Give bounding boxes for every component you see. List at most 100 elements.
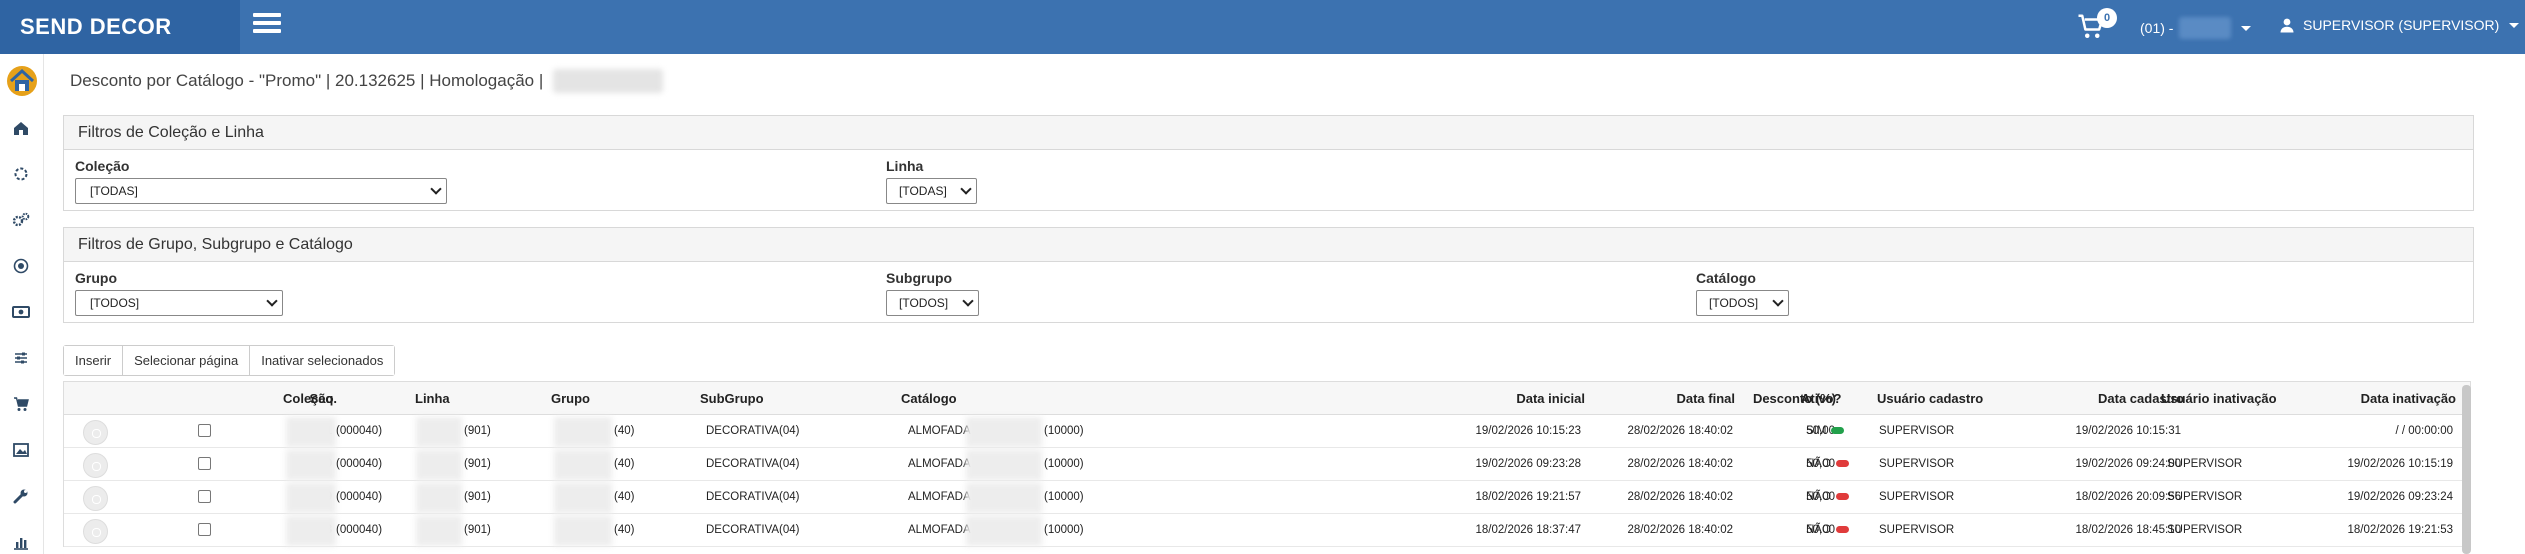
colecao-name-redacted xyxy=(286,483,336,513)
page-title: Desconto por Catálogo - "Promo" | 20.132… xyxy=(70,69,664,93)
linha-field: Linha [TODAS] xyxy=(886,158,977,204)
cell-grupo: (40) xyxy=(614,425,635,437)
col-subgrupo[interactable]: SubGrupo xyxy=(700,391,764,406)
cell-subgrupo: DECORATIVA(04) xyxy=(706,524,800,536)
cell-data-cadastro: 18/02/2026 20:09:56 xyxy=(2075,491,2181,503)
col-catalogo[interactable]: Catálogo xyxy=(901,391,957,406)
page-title-text: Desconto por Catálogo - "Promo" | 20.132… xyxy=(70,71,544,90)
col-data-final[interactable]: Data final xyxy=(1676,391,1735,406)
insert-button[interactable]: Inserir xyxy=(64,346,124,375)
sliders-icon[interactable] xyxy=(11,348,31,368)
table-row[interactable]: 15428 (000040) (901) (40) DECORATIVA(04)… xyxy=(64,514,2470,547)
linha-select[interactable]: [TODAS] xyxy=(886,178,977,204)
brand-logo[interactable]: SEND DECOR xyxy=(0,0,240,54)
cell-data-inicial: 18/02/2026 19:21:57 xyxy=(1475,491,1581,503)
store-selector[interactable]: (01) - xyxy=(2140,17,2252,39)
app-logo-icon[interactable] xyxy=(5,64,39,98)
cell-subgrupo: DECORATIVA(04) xyxy=(706,491,800,503)
cell-ativo: SIM xyxy=(1806,425,1845,437)
cell-ativo: NÃO xyxy=(1806,524,1849,536)
colecao-select-value: [TODAS] xyxy=(90,184,138,198)
table-row[interactable]: 15429 (000040) (901) (40) DECORATIVA(04)… xyxy=(64,481,2470,514)
catalogo-select-value: [TODOS] xyxy=(1709,296,1759,310)
panel-title: Filtros de Grupo, Subgrupo e Catálogo xyxy=(64,228,2473,262)
row-checkbox[interactable] xyxy=(198,523,211,536)
table-row[interactable]: 15430 (000040) (901) (40) DECORATIVA(04)… xyxy=(64,448,2470,481)
colecao-select[interactable]: [TODAS] xyxy=(75,178,447,204)
cell-catalogo-name: ALMOFADA xyxy=(908,458,971,470)
grupo-select[interactable]: [TODOS] xyxy=(75,290,283,316)
table-scrollbar[interactable] xyxy=(2462,385,2471,554)
home-icon[interactable] xyxy=(11,118,31,138)
cell-data-inativacao: / / 00:00:00 xyxy=(2395,425,2453,437)
row-view-button[interactable] xyxy=(83,519,108,544)
cell-usuario-cadastro: SUPERVISOR xyxy=(1879,425,1955,437)
chevron-down-icon xyxy=(1772,295,1784,307)
colecao-name-redacted xyxy=(286,417,336,447)
cell-catalogo-code: (10000) xyxy=(1044,458,1084,470)
cell-catalogo-code: (10000) xyxy=(1044,491,1084,503)
col-ativo[interactable]: Ativo? xyxy=(1801,391,1841,406)
catalogo-label: Catálogo xyxy=(1696,270,1756,286)
image-icon[interactable] xyxy=(11,440,31,460)
bar-chart-icon[interactable] xyxy=(11,532,31,552)
row-view-button[interactable] xyxy=(83,420,108,445)
chevron-down-icon xyxy=(266,295,278,307)
cell-data-final: 28/02/2026 18:40:02 xyxy=(1627,524,1733,536)
cell-linha: (901) xyxy=(464,458,491,470)
grupo-name-redacted xyxy=(554,450,612,480)
col-usuario-cadastro[interactable]: Usuário cadastro xyxy=(1877,391,1983,406)
action-toolbar: Inserir Selecionar página Inativar selec… xyxy=(63,345,396,376)
table-row[interactable]: 15431 (000040) (901) (40) DECORATIVA(04)… xyxy=(64,415,2470,448)
linha-label: Linha xyxy=(886,158,924,174)
row-checkbox[interactable] xyxy=(198,424,211,437)
table-header: Seq. Coleção Linha Grupo SubGrupo Catálo… xyxy=(64,382,2470,415)
col-usuario-inativacao[interactable]: Usuário inativação xyxy=(2161,391,2277,406)
catalogo-field: Catálogo [TODOS] xyxy=(1696,270,1789,316)
table-body: 15431 (000040) (901) (40) DECORATIVA(04)… xyxy=(64,415,2470,547)
user-icon xyxy=(2280,18,2294,33)
target-icon[interactable] xyxy=(11,256,31,276)
col-colecao[interactable]: Coleção xyxy=(283,391,334,406)
subgrupo-select-value: [TODOS] xyxy=(899,296,949,310)
chevron-down-icon xyxy=(2241,25,2252,31)
colecao-label: Coleção xyxy=(75,158,130,174)
subgrupo-select[interactable]: [TODOS] xyxy=(886,290,979,316)
catalogo-select[interactable]: [TODOS] xyxy=(1696,290,1789,316)
row-view-button[interactable] xyxy=(83,486,108,511)
col-data-inativacao[interactable]: Data inativação xyxy=(2361,391,2456,406)
cell-subgrupo: DECORATIVA(04) xyxy=(706,458,800,470)
col-data-inicial[interactable]: Data inicial xyxy=(1516,391,1585,406)
refresh-icon[interactable] xyxy=(11,164,31,184)
status-dot xyxy=(1835,493,1849,501)
chevron-down-icon xyxy=(2509,22,2520,28)
cell-grupo: (40) xyxy=(614,491,635,503)
cell-catalogo-name: ALMOFADA xyxy=(908,425,971,437)
cell-data-inicial: 19/02/2026 10:15:23 xyxy=(1475,425,1581,437)
user-menu[interactable]: SUPERVISOR (SUPERVISOR) xyxy=(2279,17,2520,33)
money-icon[interactable] xyxy=(11,302,31,322)
cell-grupo: (40) xyxy=(614,524,635,536)
select-page-button[interactable]: Selecionar página xyxy=(123,346,251,375)
cell-linha: (901) xyxy=(464,491,491,503)
cell-colecao: (000040) xyxy=(336,524,383,536)
col-linha[interactable]: Linha xyxy=(415,391,450,406)
col-grupo[interactable]: Grupo xyxy=(551,391,590,406)
cell-data-inativacao: 18/02/2026 19:21:53 xyxy=(2347,524,2453,536)
cell-data-final: 28/02/2026 18:40:02 xyxy=(1627,458,1733,470)
row-checkbox[interactable] xyxy=(198,490,211,503)
linha-name-redacted xyxy=(416,483,462,513)
ativo-text: NÃO xyxy=(1806,458,1831,470)
cart-icon[interactable] xyxy=(11,394,31,414)
inactivate-selected-button[interactable]: Inativar selecionados xyxy=(250,346,395,375)
gears-icon[interactable] xyxy=(11,210,31,230)
cell-data-final: 28/02/2026 18:40:02 xyxy=(1627,425,1733,437)
grupo-name-redacted xyxy=(554,417,612,447)
cell-usuario-cadastro: SUPERVISOR xyxy=(1879,524,1955,536)
cell-catalogo-name: ALMOFADA xyxy=(908,524,971,536)
menu-toggle-icon[interactable] xyxy=(253,13,281,39)
wrench-icon[interactable] xyxy=(11,486,31,506)
grupo-label: Grupo xyxy=(75,270,117,286)
row-checkbox[interactable] xyxy=(198,457,211,470)
row-view-button[interactable] xyxy=(83,453,108,478)
